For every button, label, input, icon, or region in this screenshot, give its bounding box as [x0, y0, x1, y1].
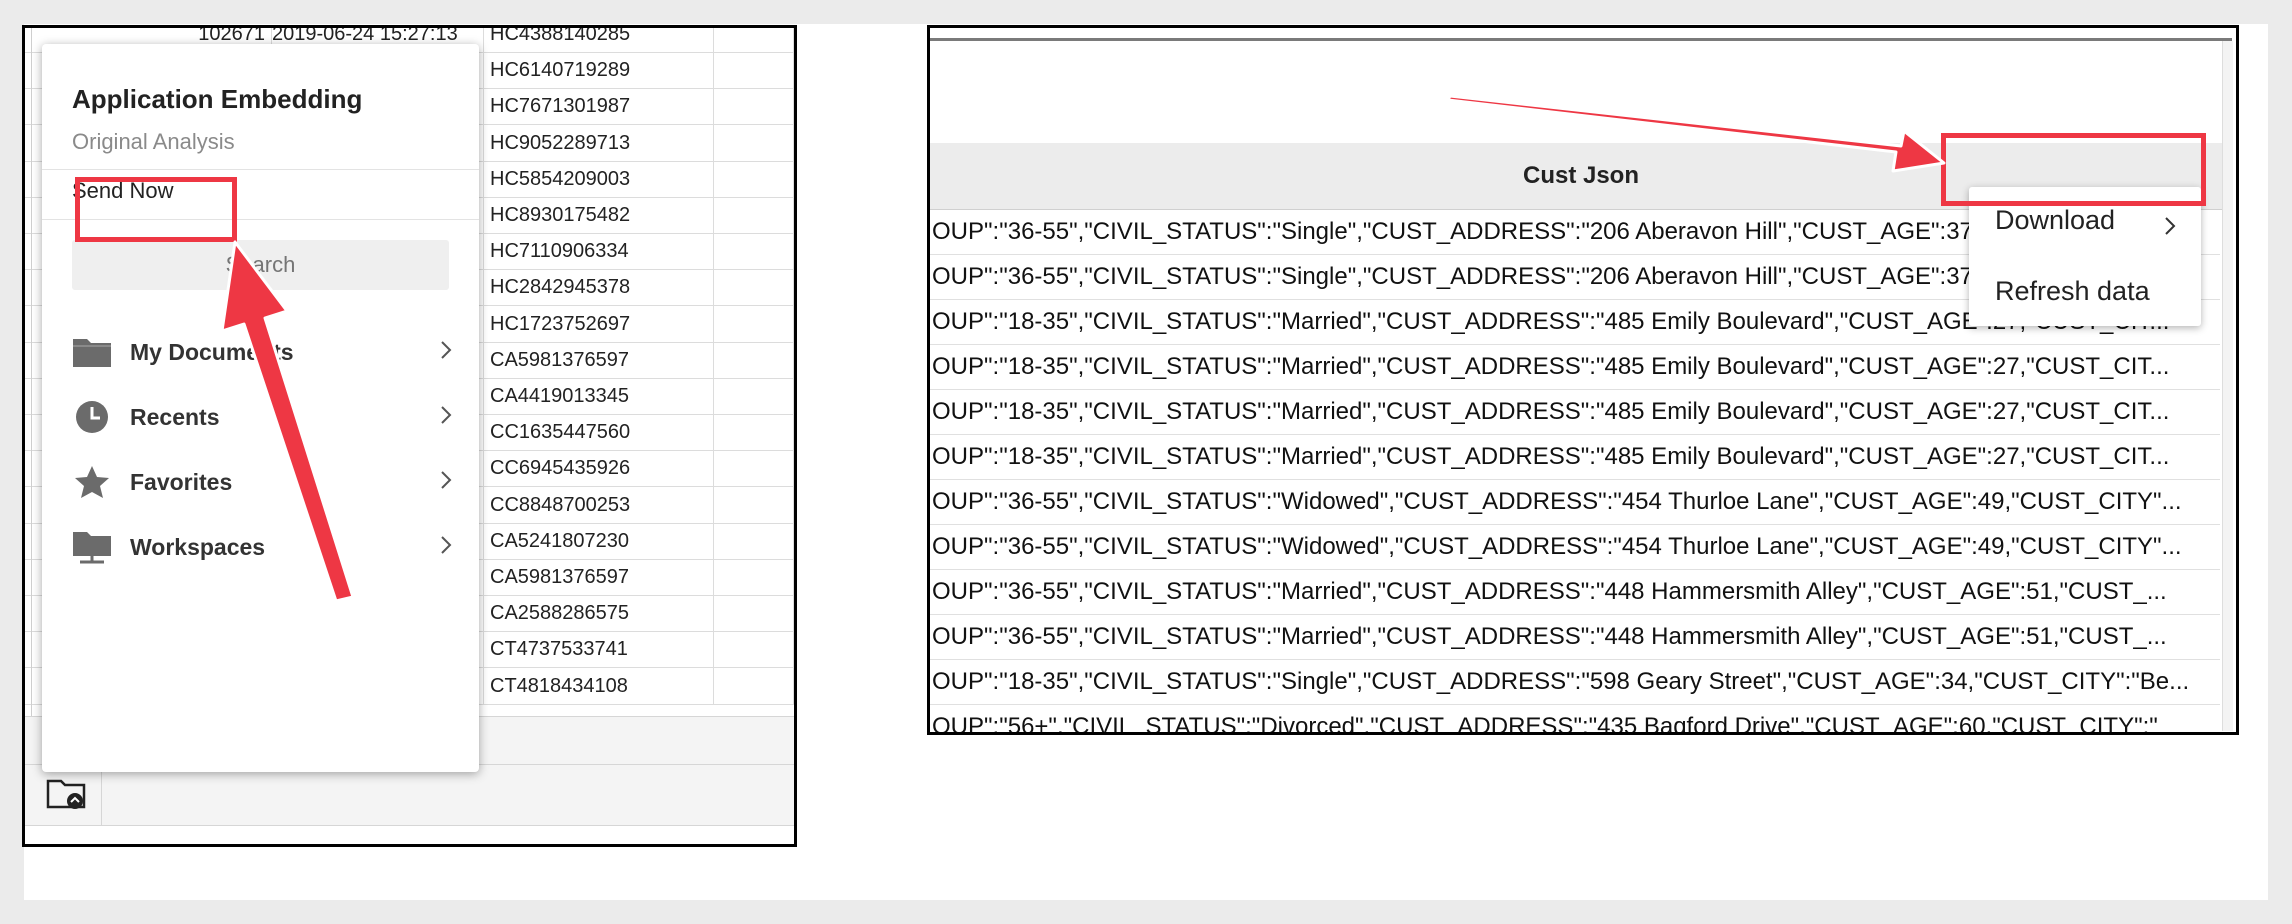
popup-subtitle: Original Analysis	[72, 129, 235, 154]
nav-item-recents[interactable]: Recents	[72, 395, 452, 439]
code-cell: HC9052289713	[484, 124, 714, 161]
export-popup: Application Embedding Original Analysis …	[42, 44, 479, 772]
popup-title: Application Embedding	[72, 84, 363, 114]
clock-icon	[72, 400, 112, 434]
json-row[interactable]: OUP":"18-35","CIVIL_STATUS":"Married","C…	[930, 390, 2220, 435]
empty-cell	[714, 197, 794, 233]
star-icon	[72, 465, 112, 499]
empty-cell	[714, 233, 794, 270]
json-row[interactable]: OUP":"36-55","CIVIL_STATUS":"Widowed","C…	[930, 525, 2220, 570]
code-cell: HC5854209003	[484, 160, 714, 197]
folder-upload-icon	[46, 775, 86, 816]
empty-cell	[714, 559, 794, 595]
code-cell: CT4818434108	[484, 667, 714, 704]
left-panel: 1026712019-06-24 15:27:13HC43881402854HC…	[22, 25, 797, 847]
code-cell: CA5981376597	[484, 559, 714, 595]
json-row[interactable]: OUP":"36-55","CIVIL_STATUS":"Married","C…	[930, 570, 2220, 615]
json-row[interactable]: OUP":"18-35","CIVIL_STATUS":"Married","C…	[930, 435, 2220, 480]
empty-cell	[714, 595, 794, 632]
code-cell: CA5241807230	[484, 522, 714, 559]
empty-cell	[714, 124, 794, 161]
chevron-right-icon	[432, 405, 452, 430]
json-row[interactable]: OUP":"56+","CIVIL_STATUS":"Divorced","CU…	[930, 705, 2220, 732]
vertical-scrollbar[interactable]	[2222, 41, 2233, 731]
nav-label: Favorites	[130, 468, 233, 495]
embed-folder-button[interactable]	[31, 765, 102, 825]
right-panel: Cust Json OUP":"36-55","CIVIL_STATUS":"S…	[927, 25, 2239, 735]
chevron-right-icon	[2163, 215, 2177, 242]
divider	[42, 169, 479, 170]
context-menu: Download Refresh data	[1969, 187, 2201, 326]
code-cell: HC7110906334	[484, 233, 714, 270]
nav-item-workspaces[interactable]: Workspaces	[72, 525, 452, 569]
code-cell: HC2842945378	[484, 269, 714, 306]
grid-left-border	[31, 28, 32, 716]
empty-cell	[714, 667, 794, 704]
nav-label: Recents	[130, 403, 220, 430]
empty-cell	[714, 28, 794, 52]
bottom-toolbar	[25, 764, 794, 826]
json-row[interactable]: OUP":"18-35","CIVIL_STATUS":"Single","CU…	[930, 660, 2220, 705]
json-row[interactable]: OUP":"18-35","CIVIL_STATUS":"Married","C…	[930, 345, 2220, 390]
nav-label: My Documents	[130, 338, 294, 365]
menu-item-download[interactable]: Download	[1995, 205, 2115, 236]
empty-cell	[714, 378, 794, 414]
empty-cell	[714, 160, 794, 197]
workspace-folder-icon	[72, 530, 112, 564]
panel-top-border	[930, 38, 2232, 41]
nav-item-favorites[interactable]: Favorites	[72, 460, 452, 504]
code-cell: CA4419013345	[484, 378, 714, 414]
empty-cell	[714, 486, 794, 523]
code-cell: CA2588286575	[484, 595, 714, 632]
download-highlight	[1941, 133, 2206, 206]
empty-cell	[714, 305, 794, 342]
code-cell: CA5981376597	[484, 341, 714, 378]
code-cell: HC4388140285	[484, 28, 714, 52]
json-row[interactable]: OUP":"36-55","CIVIL_STATUS":"Widowed","C…	[930, 480, 2220, 525]
code-cell: CC6945435926	[484, 450, 714, 487]
folder-icon	[72, 335, 112, 369]
empty-cell	[714, 52, 794, 89]
json-row[interactable]: OUP":"36-55","CIVIL_STATUS":"Married","C…	[930, 615, 2220, 660]
code-cell: CC1635447560	[484, 414, 714, 451]
nav-item-my-documents[interactable]: My Documents	[72, 330, 452, 374]
chevron-right-icon	[432, 470, 452, 495]
menu-item-refresh-data[interactable]: Refresh data	[1995, 276, 2150, 307]
search-input[interactable]	[72, 240, 449, 290]
code-cell: HC7671301987	[484, 88, 714, 125]
empty-cell	[714, 341, 794, 378]
chevron-right-icon	[432, 340, 452, 365]
empty-cell	[714, 88, 794, 125]
nav-label: Workspaces	[130, 533, 266, 560]
empty-cell	[714, 631, 794, 668]
code-cell: CT4737533741	[484, 631, 714, 668]
chevron-right-icon	[432, 535, 452, 560]
code-cell: HC8930175482	[484, 197, 714, 233]
code-cell: CC8848700253	[484, 486, 714, 523]
send-now-highlight	[75, 177, 237, 242]
code-cell: HC1723752697	[484, 305, 714, 342]
empty-cell	[714, 450, 794, 487]
empty-cell	[714, 414, 794, 451]
empty-cell	[714, 269, 794, 306]
empty-cell	[714, 522, 794, 559]
code-cell: HC6140719289	[484, 52, 714, 89]
